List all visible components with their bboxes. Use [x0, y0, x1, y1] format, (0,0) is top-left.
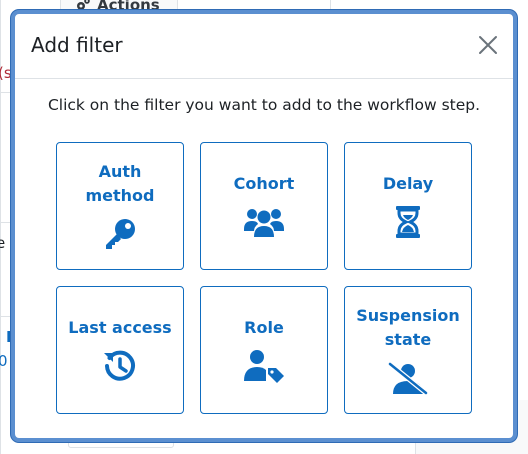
filter-label: Last access — [68, 318, 172, 337]
filter-label: Suspension state — [356, 306, 460, 349]
modal-header: Add filter — [15, 14, 513, 79]
filter-card-role[interactable]: Role — [200, 286, 328, 414]
filter-card-last-access[interactable]: Last access — [56, 286, 184, 414]
filter-card-delay[interactable]: Delay — [344, 142, 472, 270]
history-icon — [103, 348, 137, 384]
filter-label: Cohort — [233, 174, 295, 193]
modal-title: Add filter — [31, 33, 123, 57]
users-icon — [243, 204, 285, 240]
hourglass-icon — [395, 204, 421, 240]
filter-label: Auth method — [85, 162, 155, 205]
filter-label: Role — [244, 318, 284, 337]
grid-divider — [330, 0, 331, 10]
filter-card-auth-method[interactable]: Auth method — [56, 142, 184, 270]
modal-instructions: Click on the filter you want to add to t… — [47, 96, 481, 114]
add-filter-modal: Add filter Click on the filter you want … — [11, 10, 517, 442]
close-button[interactable] — [477, 34, 499, 56]
filter-card-suspension-state[interactable]: Suspension state — [344, 286, 472, 414]
filter-card-cohort[interactable]: Cohort — [200, 142, 328, 270]
user-tag-icon — [244, 348, 284, 384]
filter-label: Delay — [382, 174, 434, 193]
close-icon — [479, 36, 497, 54]
user-slash-icon — [387, 360, 429, 396]
key-icon — [103, 216, 137, 252]
